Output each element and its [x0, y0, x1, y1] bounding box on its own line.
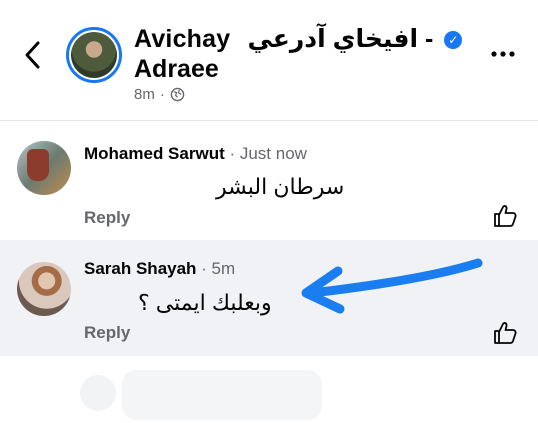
- commenter-avatar[interactable]: [17, 262, 71, 316]
- comment-time: · 5m: [196, 259, 236, 278]
- comment-text: سرطان البشر: [216, 174, 345, 199]
- commenter-name[interactable]: Mohamed Sarwut: [84, 144, 225, 163]
- page-avatar[interactable]: [66, 27, 122, 83]
- annotation-arrow-icon: [301, 258, 483, 314]
- post-meta: 8m ·: [134, 86, 185, 103]
- comment-item: Mohamed Sarwut · Just now سرطان البشر Re…: [0, 121, 538, 239]
- like-icon[interactable]: [492, 320, 518, 346]
- page-title[interactable]: Avichay افيخاي آدرعي - ✓: [134, 24, 474, 54]
- more-options-button[interactable]: [488, 42, 518, 66]
- post-time: 8m: [134, 86, 155, 103]
- placeholder-bubble: [122, 370, 322, 420]
- back-button[interactable]: [18, 38, 48, 72]
- like-icon[interactable]: [492, 203, 518, 229]
- page-title-line2[interactable]: Adraee: [134, 54, 219, 84]
- meta-separator: ·: [159, 86, 165, 103]
- comment-time: · Just now: [224, 144, 307, 163]
- globe-icon: [170, 87, 185, 102]
- commenter-avatar[interactable]: [17, 141, 71, 195]
- comment-text: وبعلبك ايمتى ؟: [138, 290, 272, 315]
- comment-header: Mohamed Sarwut · Just now: [84, 144, 307, 164]
- reply-button[interactable]: Reply: [84, 323, 130, 343]
- post-header: Avichay افيخاي آدرعي - ✓ Adraee 8m ·: [0, 0, 538, 118]
- placeholder-avatar: [80, 375, 116, 411]
- commenter-name[interactable]: Sarah Shayah: [84, 259, 196, 278]
- comment-header: Sarah Shayah · 5m: [84, 259, 235, 279]
- avatar-image: [71, 32, 117, 78]
- page-title-latin: Avichay: [134, 25, 231, 53]
- page-title-arabic: افيخاي آدرعي -: [247, 25, 434, 53]
- reply-button[interactable]: Reply: [84, 208, 130, 228]
- verified-badge-icon: ✓: [444, 31, 463, 49]
